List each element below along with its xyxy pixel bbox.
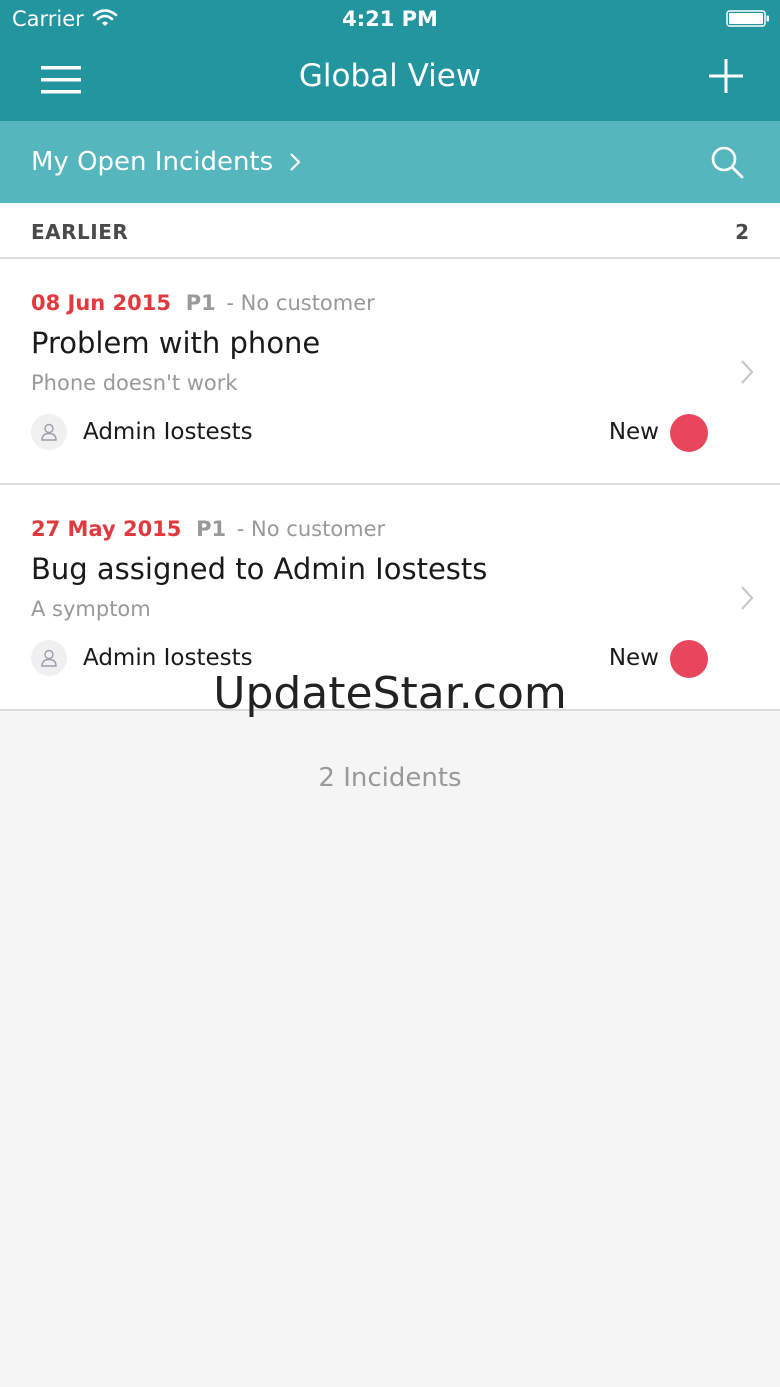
incident-state: New	[608, 419, 659, 445]
user-icon	[41, 423, 57, 441]
user-icon	[41, 649, 57, 667]
incident-meta: 27 May 2015 P1 - No customer	[31, 517, 385, 541]
incident-title: Bug assigned to Admin Iostests	[31, 552, 488, 586]
chevron-right-icon	[741, 586, 754, 610]
filter-bar: My Open Incidents	[0, 121, 780, 203]
status-time: 4:21 PM	[342, 7, 438, 31]
section-header: EARLIER 2	[0, 203, 780, 259]
incident-assignee: Admin Iostests	[83, 419, 253, 445]
incident-customer: - No customer	[226, 291, 375, 315]
search-icon[interactable]	[710, 145, 744, 179]
watermark: UpdateStar.com	[213, 668, 567, 719]
filter-label: My Open Incidents	[31, 147, 274, 177]
incident-priority: P1	[185, 291, 216, 315]
filter-selector[interactable]: My Open Incidents	[31, 147, 301, 177]
incident-row[interactable]: 08 Jun 2015 P1 - No customer Problem wit…	[0, 259, 780, 485]
top-header: Carrier 4:21 PM Global View	[0, 0, 780, 121]
avatar	[31, 414, 67, 450]
incident-priority: P1	[196, 517, 227, 541]
incident-list: 08 Jun 2015 P1 - No customer Problem wit…	[0, 259, 780, 711]
incident-date: 27 May 2015	[31, 517, 182, 541]
incident-subtitle: Phone doesn't work	[31, 371, 238, 395]
status-bar: Carrier 4:21 PM	[0, 0, 780, 40]
state-indicator	[670, 414, 708, 452]
chevron-right-icon	[741, 360, 754, 384]
incident-date: 08 Jun 2015	[31, 291, 172, 315]
incident-meta: 08 Jun 2015 P1 - No customer	[31, 291, 375, 315]
incident-title: Problem with phone	[31, 326, 321, 360]
section-title: EARLIER	[31, 220, 129, 244]
incident-subtitle: A symptom	[31, 597, 151, 621]
chevron-right-icon	[290, 153, 301, 171]
nav-bar: Global View	[0, 40, 780, 121]
battery-icon	[726, 10, 769, 27]
add-icon[interactable]	[709, 59, 743, 93]
incident-customer: - No customer	[236, 517, 386, 541]
page-title: Global View	[298, 58, 482, 94]
incident-count-footer: 2 Incidents	[318, 763, 462, 793]
section-count: 2	[735, 220, 749, 244]
